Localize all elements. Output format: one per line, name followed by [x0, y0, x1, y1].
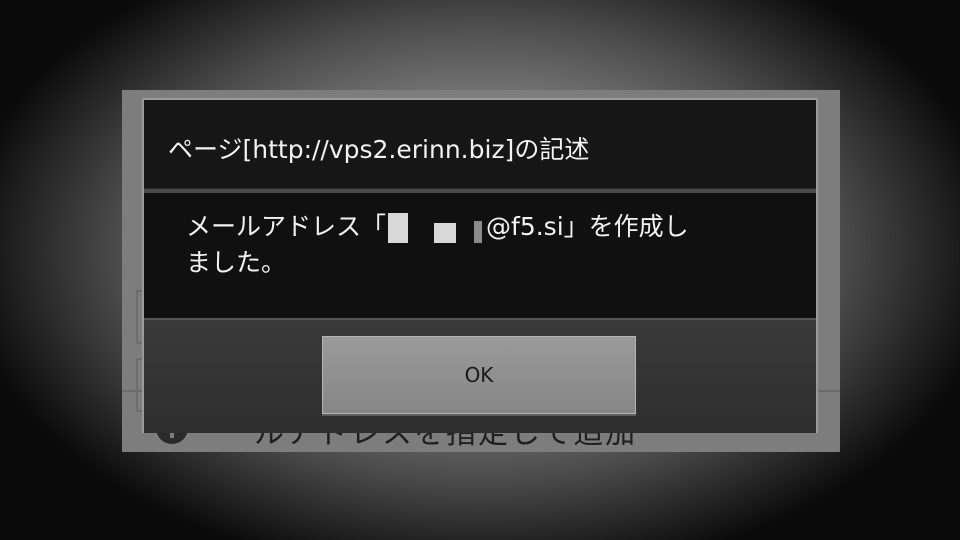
message-line-1: メールアドレス「 @f5.si」を作成し: [186, 209, 786, 245]
message-prefix: メールアドレス「: [186, 212, 387, 241]
alert-dialog: ページ[http://vps2.erinn.biz]の記述 メールアドレス「 @f…: [142, 98, 818, 433]
screen: ールアドレスを指定して追加 ページ[http://vps2.erinn.biz]…: [0, 0, 960, 540]
message-suffix: @f5.si」を作成し: [486, 212, 689, 241]
dialog-button-bar: OK: [144, 318, 816, 433]
message-line-2: ました。: [186, 248, 287, 277]
dialog-body: メールアドレス「 @f5.si」を作成し ました。: [144, 193, 816, 318]
dialog-message: メールアドレス「 @f5.si」を作成し ました。: [186, 209, 786, 281]
dialog-header: ページ[http://vps2.erinn.biz]の記述: [144, 100, 816, 188]
ok-button[interactable]: OK: [322, 336, 636, 414]
dialog-title: ページ[http://vps2.erinn.biz]の記述: [168, 135, 590, 164]
redacted-address: [386, 213, 486, 243]
